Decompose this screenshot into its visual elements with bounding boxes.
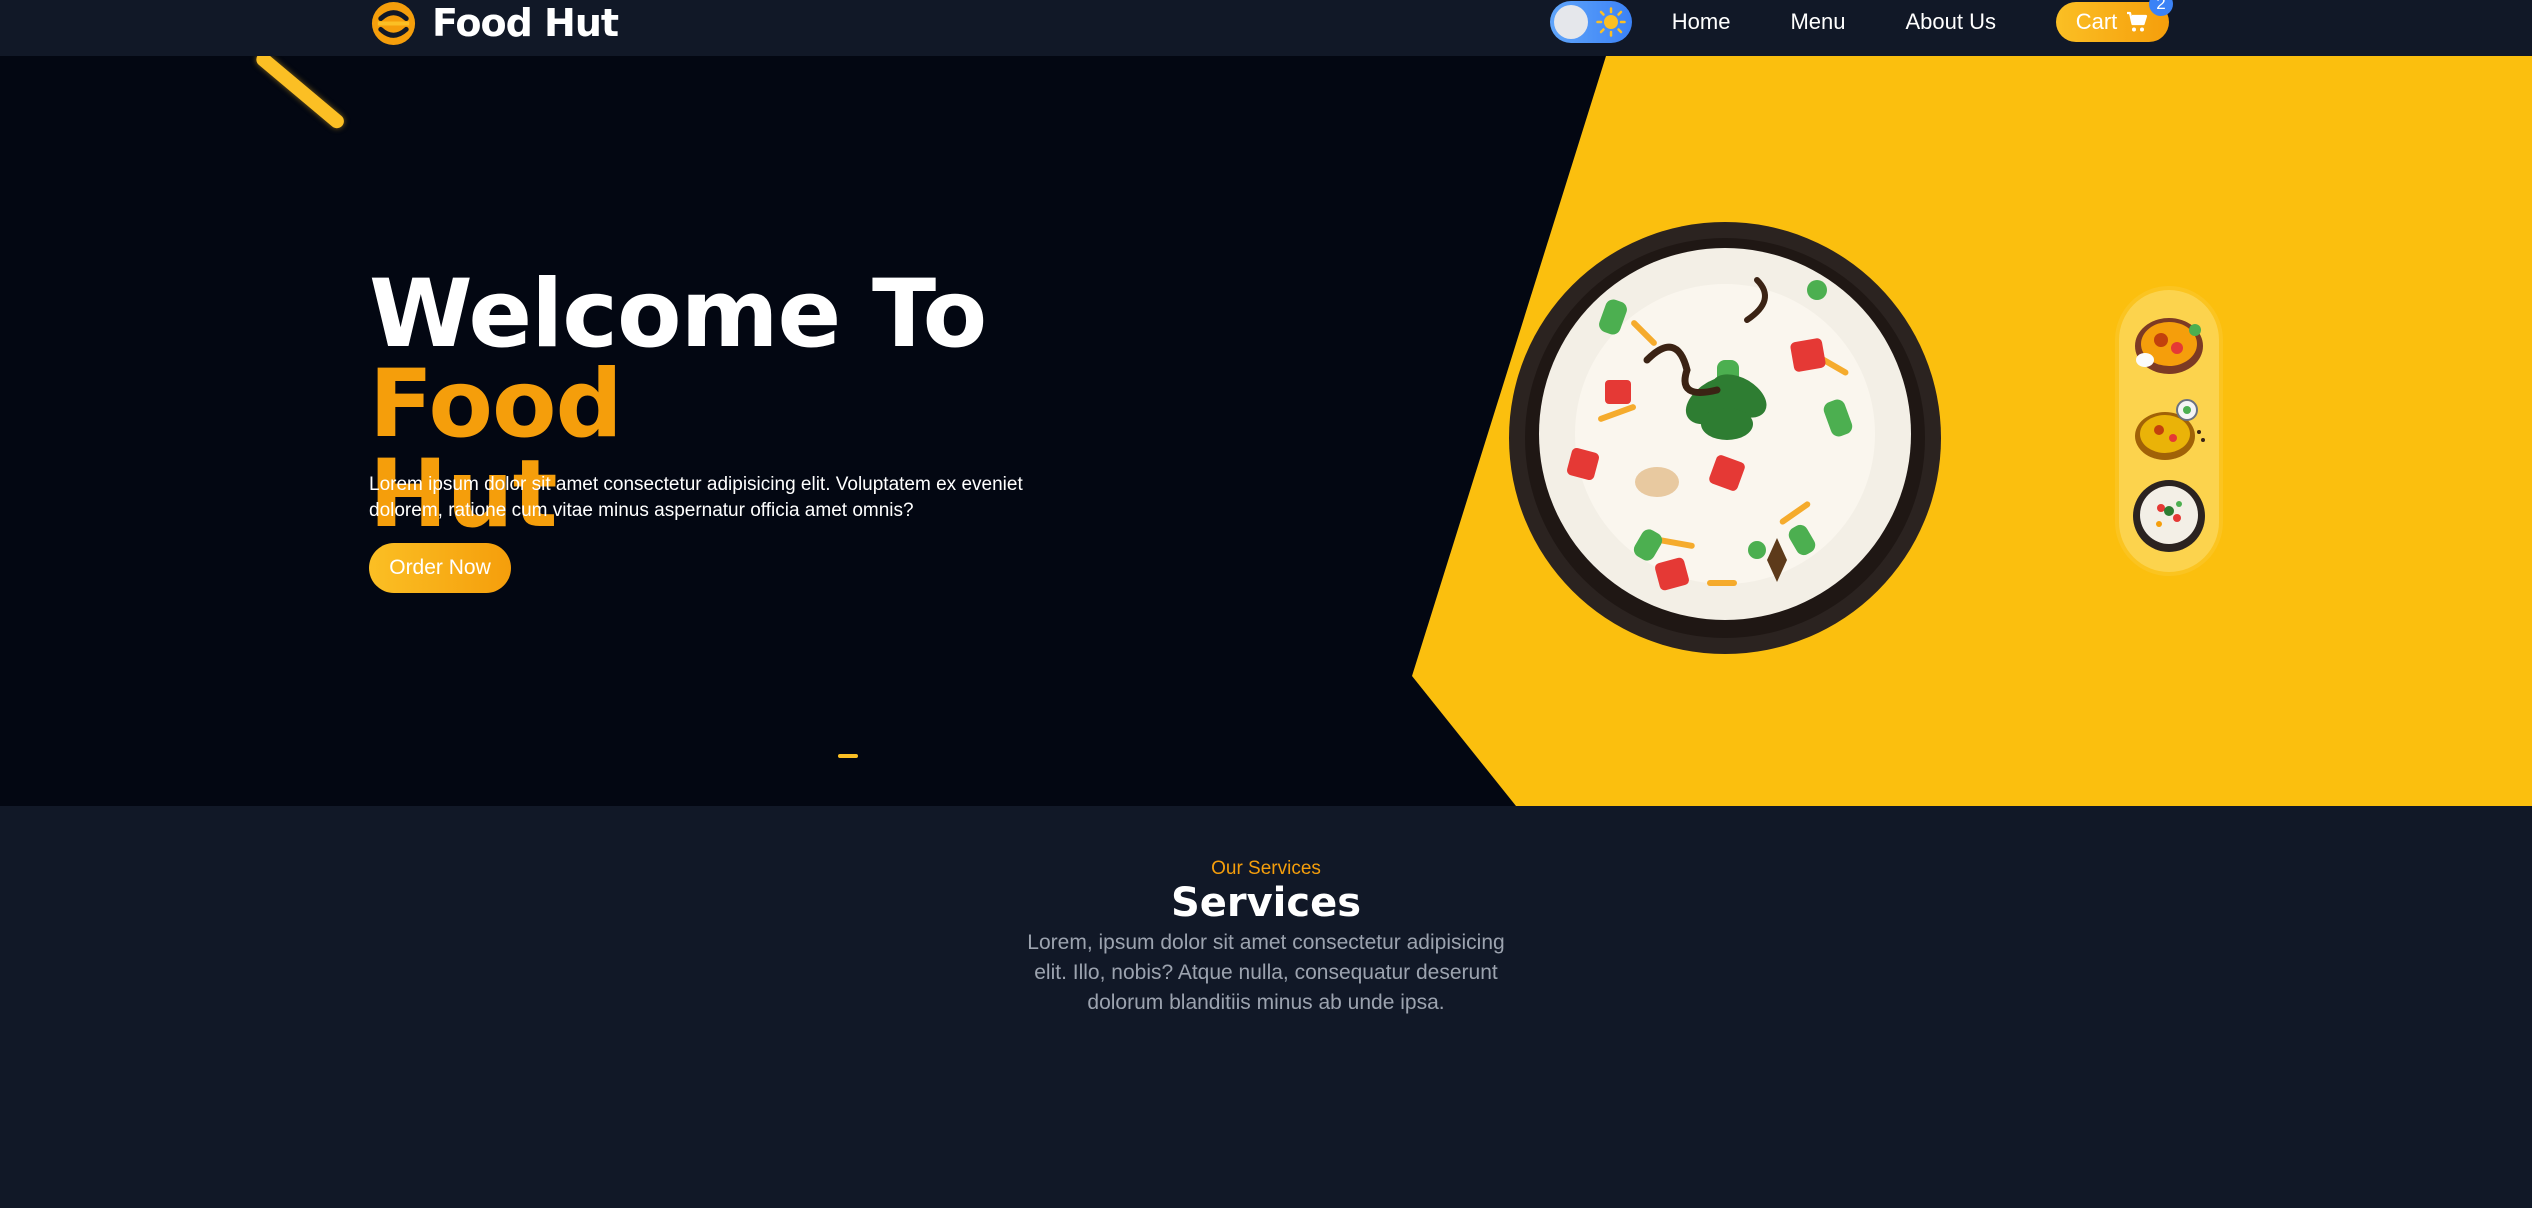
biryani-plate-thumbnail[interactable] (2131, 306, 2207, 382)
services-section: Our Services Services Lorem, ipsum dolor… (0, 806, 2532, 1208)
food-hut-logo-icon (371, 1, 416, 45)
nav-link-about[interactable]: About Us (1906, 9, 1997, 35)
sun-icon (1596, 7, 1626, 37)
hero-description: Lorem ipsum dolor sit amet consectetur a… (369, 474, 1023, 521)
brand[interactable]: Food Hut (369, 0, 619, 46)
services-title: Services (1170, 880, 1362, 926)
brand-name: Food Hut (432, 1, 619, 45)
services-kicker: Our Services (1211, 858, 1321, 879)
cart-button[interactable]: Cart 2 (2056, 0, 2173, 42)
cart-count-badge: 2 (2149, 0, 2173, 16)
order-now-button[interactable]: Order Now (369, 543, 511, 593)
cart-label: Cart (2075, 9, 2118, 34)
biryani-bowl-image (1509, 222, 1941, 654)
biryani-bowl-spoon-thumbnail[interactable] (2131, 392, 2207, 468)
dish-thumbnail-rail (2119, 290, 2219, 572)
nav-link-menu[interactable]: Menu (1790, 9, 1845, 35)
toggle-knob (1553, 5, 1588, 39)
hero-section: Welcome To Food Hut Lorem ipsum dolor si… (0, 56, 2532, 806)
nav-right: Home Menu About Us Cart 2 (1549, 0, 2173, 44)
biryani-bowl-thumbnail[interactable] (2131, 478, 2207, 554)
nav-link-home[interactable]: Home (1672, 9, 1731, 35)
navbar: Food Hut Home Menu About Us Cart 2 (0, 0, 2532, 56)
theme-toggle[interactable] (1549, 1, 1632, 43)
cart-icon (2127, 11, 2148, 32)
decorative-dash (838, 754, 858, 758)
services-description: Lorem, ipsum dolor sit amet consectetur … (1027, 931, 1505, 1014)
